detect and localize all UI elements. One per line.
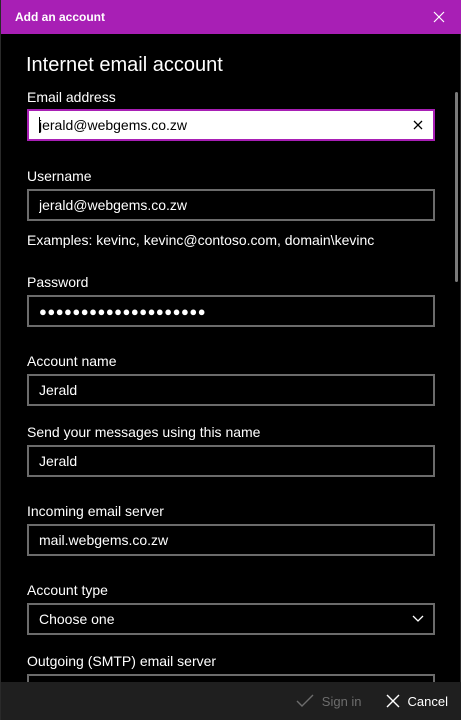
incoming-server-field[interactable]: mail.webgems.co.zw [27,524,435,556]
email-value: jerald@webgems.co.zw [39,117,188,133]
password-field[interactable]: ●●●●●●●●●●●●●●●●●●●● [27,295,435,327]
outgoing-server-field[interactable] [27,674,435,682]
password-value: ●●●●●●●●●●●●●●●●●●●● [39,303,207,319]
password-label: Password [27,274,89,290]
close-icon [413,120,423,130]
checkmark-icon [296,694,314,707]
email-label: Email address [27,89,116,105]
clear-email-button[interactable] [403,111,433,139]
send-name-value: Jerald [39,453,78,469]
email-field[interactable]: jerald@webgems.co.zw [27,109,435,141]
incoming-server-label: Incoming email server [27,503,164,519]
dialog-footer: Sign in Cancel [1,682,461,720]
sign-in-button[interactable]: Sign in [296,694,362,709]
send-name-field[interactable]: Jerald [27,445,435,477]
send-name-label: Send your messages using this name [27,424,261,440]
close-icon [433,11,445,23]
window-title: Add an account [15,10,106,24]
username-field[interactable]: jerald@webgems.co.zw [27,189,435,221]
close-icon [386,694,400,708]
outgoing-server-label: Outgoing (SMTP) email server [27,653,217,669]
page-title: Internet email account [26,54,223,76]
account-type-dropdown[interactable]: Choose one [27,603,435,635]
account-name-field[interactable]: Jerald [27,374,435,406]
cancel-label: Cancel [407,693,448,709]
username-hint: Examples: kevinc, kevinc@contoso.com, do… [27,232,375,248]
close-button[interactable] [416,0,461,34]
account-name-label: Account name [27,353,117,369]
username-value: jerald@webgems.co.zw [39,197,188,213]
title-bar: Add an account [1,0,461,34]
chevron-down-icon [403,605,433,633]
scrollbar[interactable] [455,92,458,282]
username-label: Username [27,168,92,184]
account-type-value: Choose one [39,611,115,627]
add-account-dialog: Add an account Internet email account Em… [0,0,461,720]
cancel-button[interactable]: Cancel [386,694,448,709]
account-type-label: Account type [27,582,108,598]
incoming-server-value: mail.webgems.co.zw [39,532,169,548]
account-name-value: Jerald [39,382,78,398]
form-content: Internet email account Email address jer… [1,34,461,682]
sign-in-label: Sign in [321,693,362,709]
